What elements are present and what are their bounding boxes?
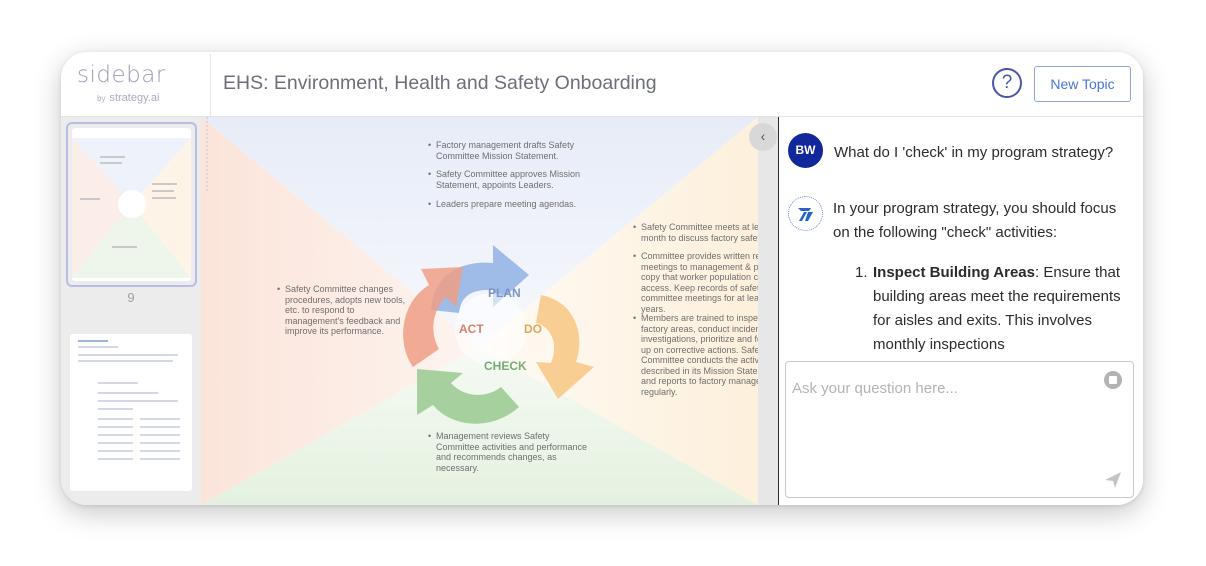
thumbnail-line (78, 346, 118, 348)
thumbnail-line (140, 434, 180, 436)
send-icon[interactable] (1102, 469, 1124, 491)
list-item-title: Inspect Building Areas (873, 264, 1035, 281)
thumbnail-diagram (72, 138, 191, 278)
help-icon[interactable]: ? (992, 68, 1022, 98)
document-viewer[interactable]: • Factory management drafts Safety Commit… (201, 117, 758, 505)
user-avatar: BW (788, 133, 823, 168)
thumbnail-preview (72, 128, 191, 281)
thumbnail-line (140, 426, 180, 428)
thumbnail-line (98, 442, 133, 444)
act-bullet: • Safety Committee changes procedures, ad… (277, 284, 406, 336)
thumbnail-line (98, 426, 133, 428)
list-number: 1. (855, 264, 868, 281)
check-bullet: • Management reviews Safety Committee act… (428, 431, 588, 473)
do-bullet: •Committee provides written record of me… (633, 251, 758, 314)
list-item: Inspect Building Areas: Ensure that buil… (873, 261, 1123, 357)
collapse-panel-icon[interactable]: ‹ (749, 123, 777, 151)
plan-bullet: • Factory management drafts Safety Commit… (428, 140, 575, 161)
app-window: sidebar by strategy.ai EHS: Environment, … (61, 52, 1143, 505)
bot-avatar (788, 196, 823, 231)
thumbnail-line (98, 392, 158, 394)
thumbnail-line (98, 458, 133, 460)
do-bullet: •Safety Committee meets at least once a … (633, 222, 758, 243)
new-topic-button[interactable]: New Topic (1034, 66, 1131, 102)
thumbnail-line (140, 442, 180, 444)
thumbnail-line (98, 450, 133, 452)
thumbnail-line (98, 434, 133, 436)
user-message: What do I 'check' in my program strategy… (834, 144, 1114, 161)
logo[interactable]: sidebar by strategy.ai (77, 62, 207, 108)
bot-message: In your program strategy, you should foc… (833, 200, 1117, 241)
thumbnail-line (78, 360, 173, 362)
thumbnail-line (140, 450, 180, 452)
thumbnail-page-number: 9 (127, 290, 135, 305)
thumbnail-line (98, 418, 133, 420)
thumbnail-line (140, 418, 180, 420)
thumbnail-line (78, 340, 108, 342)
logo-strategy: strategy.ai (109, 92, 160, 104)
thumbnail-line (78, 354, 178, 356)
question-input[interactable]: Ask your question here... (785, 361, 1134, 498)
page-title: EHS: Environment, Health and Safety Onbo… (223, 72, 657, 94)
stop-icon[interactable] (1104, 371, 1122, 389)
viewer-scrollbar[interactable] (758, 117, 778, 505)
header: sidebar by strategy.ai EHS: Environment, … (61, 52, 1143, 117)
cycle-label-do: DO (524, 322, 542, 336)
strategy-logo-icon (798, 208, 813, 221)
thumbnail-line (140, 458, 180, 460)
do-bullet: •Members are trained to inspect factory … (633, 313, 758, 397)
chat-panel: BW What do I 'check' in my program strat… (778, 117, 1143, 505)
cycle-label-act: ACT (459, 322, 484, 336)
logo-by: by (97, 94, 106, 103)
thumbnail-line (98, 382, 138, 384)
cycle-label-plan: PLAN (488, 286, 521, 300)
thumbnail-page-10[interactable] (70, 334, 192, 491)
cycle-label-check: CHECK (484, 359, 527, 373)
plan-bullet: • Safety Committee approves Mission State… (428, 169, 581, 190)
page-thumbnails[interactable]: 9 (61, 117, 201, 505)
thumbnail-page-9[interactable] (66, 122, 197, 287)
thumbnail-line (98, 408, 133, 410)
logo-wordmark: sidebar (77, 62, 166, 88)
header-divider (210, 54, 211, 116)
thumbnail-line (98, 400, 178, 402)
logo-tagline: by strategy.ai (97, 92, 159, 104)
question-placeholder: Ask your question here... (792, 380, 958, 397)
plan-bullet: • Leaders prepare meeting agendas. (428, 199, 577, 209)
